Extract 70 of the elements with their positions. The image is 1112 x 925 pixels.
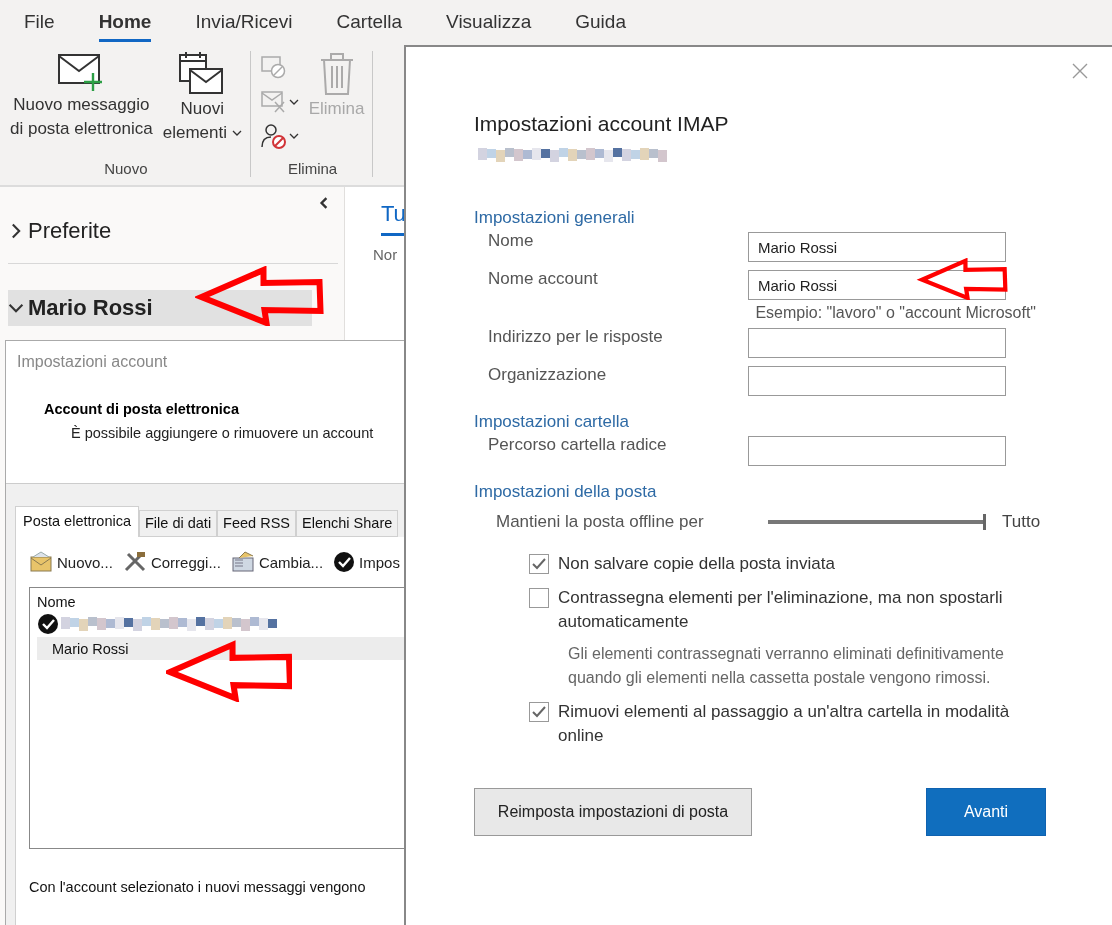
section-title: Impostazioni della posta bbox=[474, 482, 658, 502]
dialog-title: Impostazioni account IMAP bbox=[474, 112, 730, 136]
checkbox-label: Non salvare copie della posta inviata bbox=[558, 553, 836, 575]
collapse-icon bbox=[318, 197, 330, 209]
checkbox-label: Contrassegna elementi per l'eliminazione, ma non spostarli automaticamente bbox=[558, 587, 1004, 633]
slider-label: Mantieni la posta offline per bbox=[496, 512, 705, 532]
check-circle-icon bbox=[37, 612, 59, 635]
ribbon-tab[interactable]: Home bbox=[98, 3, 152, 42]
section-title: Impostazioni generali bbox=[474, 208, 636, 228]
close-icon[interactable] bbox=[1072, 63, 1088, 79]
ribbon-button[interactable]: Nuovo messaggio di posta elettronica bbox=[10, 51, 153, 141]
tools-icon bbox=[122, 551, 147, 573]
ribbon-button[interactable]: Nuovi elementi bbox=[162, 51, 242, 145]
ribbon-tab[interactable]: Invia/Ricevi bbox=[195, 3, 293, 42]
caret-icon bbox=[288, 97, 299, 107]
window-title: Impostazioni account bbox=[17, 353, 169, 371]
dialog-tab[interactable]: File di dati bbox=[139, 510, 218, 537]
field-label: Organizzazione bbox=[488, 364, 608, 385]
card-icon bbox=[230, 551, 255, 573]
footer-text: Con l'account selezionato i nuovi messaggi vengono bbox=[29, 879, 367, 895]
dialog-description: È possibile aggiungere o rimuovere un account bbox=[71, 425, 375, 441]
text-field[interactable] bbox=[748, 328, 1006, 358]
checkbox-label: Rimuovi elementi al passaggio a un'altra cartella in modalità online bbox=[558, 701, 1011, 747]
field-label: Indirizzo per le risposte bbox=[488, 326, 664, 347]
field-label: Nome bbox=[488, 230, 535, 251]
section-title: Impostazioni cartella bbox=[474, 412, 630, 432]
toolbar-button[interactable]: Correggi... bbox=[122, 551, 221, 573]
ribbon-tab[interactable]: File bbox=[24, 3, 55, 42]
column-header: Nome bbox=[37, 594, 77, 610]
folder-item[interactable]: Preferite bbox=[8, 213, 312, 249]
toolbar-button[interactable]: Cambia... bbox=[230, 551, 324, 573]
reset-button[interactable]: Reimposta impostazioni di posta bbox=[474, 788, 752, 836]
trash-icon bbox=[318, 51, 355, 97]
text-field[interactable]: Mario Rossi bbox=[748, 270, 1006, 300]
column-header: Nor bbox=[373, 246, 399, 263]
checkbox[interactable] bbox=[529, 554, 549, 574]
envelope-icon bbox=[29, 551, 53, 573]
toolbar-button[interactable]: Impos bbox=[333, 551, 400, 573]
checkbox[interactable] bbox=[529, 702, 549, 722]
field-hint: Esempio: "lavoro" o "account Microsoft" bbox=[755, 304, 1036, 322]
offline-slider[interactable] bbox=[768, 514, 986, 530]
caret-icon bbox=[288, 131, 299, 141]
option-note: Gli elementi contrassegnati verranno eliminati definitivamente quando gli elementi nella cassetta postale vengono rimossi. bbox=[567, 644, 1005, 688]
field-label: Percorso cartella radice bbox=[488, 434, 668, 455]
check-circle-icon bbox=[333, 551, 356, 573]
text-field[interactable] bbox=[748, 366, 1006, 396]
checkbox[interactable] bbox=[529, 588, 549, 608]
person-block-icon bbox=[260, 123, 287, 149]
dialog-tab[interactable]: Elenchi Share bbox=[296, 510, 399, 537]
ribbon-tab[interactable]: Cartella bbox=[336, 3, 403, 42]
group-label: Nuovo bbox=[104, 160, 148, 177]
caret-icon bbox=[231, 128, 242, 138]
dialog-tab[interactable]: Feed RSS bbox=[217, 510, 296, 537]
text-field[interactable]: Mario Rossi bbox=[748, 232, 1006, 262]
slider-reading: Tutto bbox=[1002, 512, 1041, 532]
group-label: Elimina bbox=[288, 160, 338, 177]
ignore-icon bbox=[260, 56, 287, 80]
account-row[interactable]: Mario Rossi bbox=[37, 637, 405, 660]
dialog-heading: Account di posta elettronica bbox=[44, 401, 240, 417]
ribbon-small-button[interactable] bbox=[260, 121, 299, 151]
toolbar-button[interactable]: Nuovo... bbox=[29, 551, 113, 573]
envelope-x-icon bbox=[260, 90, 287, 114]
ribbon-tab[interactable]: Visualizza bbox=[446, 3, 532, 42]
field-label: Nome account bbox=[488, 268, 599, 289]
slider-thumb[interactable] bbox=[983, 514, 986, 530]
text-field[interactable] bbox=[748, 436, 1006, 466]
folder-item[interactable]: Mario Rossi bbox=[8, 290, 312, 326]
next-button[interactable]: Avanti bbox=[926, 788, 1046, 836]
dialog-tab[interactable]: Posta elettronica bbox=[15, 506, 139, 537]
ribbon-tab[interactable]: Guida bbox=[575, 3, 626, 42]
